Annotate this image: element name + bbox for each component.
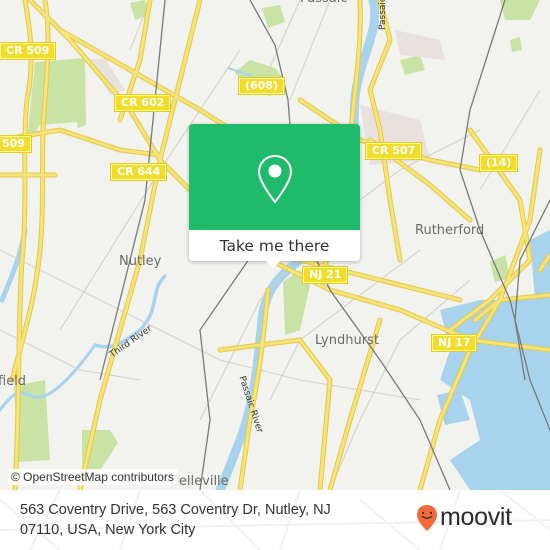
road-shield-cr602: CR 602 [115,95,171,111]
address-line-2: 07110, USA, New York City [20,522,196,538]
road-shield-cr507: CR 507 [366,143,422,159]
moovit-logo-icon [417,504,437,531]
map-view[interactable]: CR 509 509 CR 602 CR 644 (608) CR 507 (1… [0,0,550,490]
road-shield-14: (14) [480,155,518,171]
water-label-passaic-north: Passaic [378,0,388,30]
place-label-bloomfield: field [0,374,27,389]
address-text: 563 Coventry Drive, 563 Coventry Dr, Nut… [20,500,400,540]
place-label-rutherford: Rutherford [415,223,485,238]
road-shield-nj17: NJ 17 [432,335,477,351]
map-pin-icon [257,154,293,204]
place-label-passaic: Passaic [300,0,348,6]
take-me-there-label: Take me there [219,236,330,255]
place-label-lyndhurst: Lyndhurst [315,333,379,348]
take-me-there-button[interactable]: Take me there [189,230,360,261]
map-attribution[interactable]: © OpenStreetMap contributors [8,469,178,485]
place-label-nutley: Nutley [119,254,162,269]
road-shield-608: (608) [239,78,285,94]
road-shield-cr644: CR 644 [111,164,167,180]
place-label-belleville: Belleville [170,474,229,489]
popup-header[interactable] [189,124,360,230]
location-popup: Take me there [189,124,360,269]
road-shield-nj21: NJ 21 [303,267,348,283]
road-shield-cr509-partial: 509 [0,136,31,152]
popup-pointer [265,260,281,269]
moovit-logo[interactable]: moovit [416,503,512,532]
moovit-wordmark: moovit [440,503,512,531]
address-line-1: 563 Coventry Drive, 563 Coventry Dr, Nut… [20,502,331,518]
road-shield-cr509: CR 509 [0,43,56,59]
